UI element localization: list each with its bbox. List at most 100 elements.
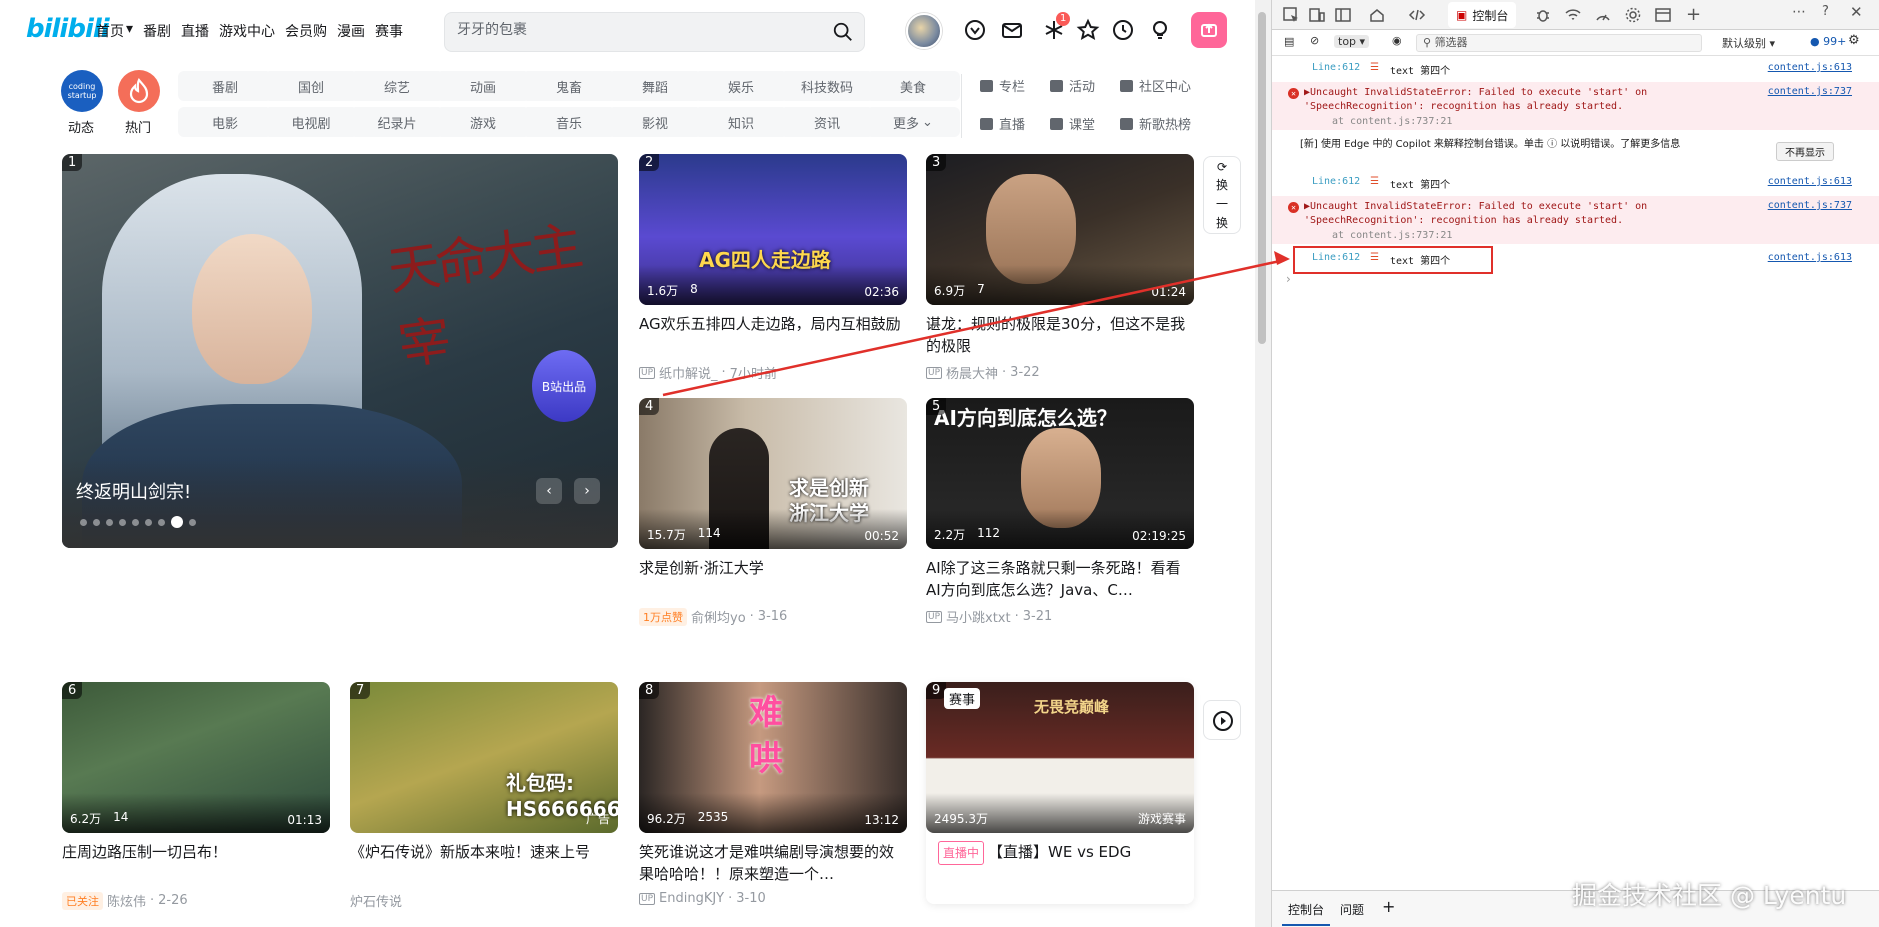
hot-button[interactable]	[118, 70, 160, 112]
page-scrollbar-thumb[interactable]	[1258, 12, 1266, 344]
video-thumbnail[interactable]: AG四人走边路 2 1.6万 8 02:36	[639, 154, 907, 305]
uploader[interactable]: 陈炫伟	[107, 891, 146, 910]
banner-dot[interactable]	[80, 518, 87, 526]
video-thumbnail[interactable]: 6 6.2万 14 01:13	[62, 682, 330, 833]
add-drawer-icon[interactable]: +	[1382, 897, 1395, 916]
video-thumbnail[interactable]: 求是创新 浙江大学 4 15.7万114 00:52	[639, 398, 907, 549]
channel-animation[interactable]: 动画	[436, 71, 530, 101]
video-card[interactable]: AI方向到底怎么选？ 5 2.2万 112 02:19:25 AI除了这三条路就只…	[926, 398, 1194, 626]
nav-comic[interactable]: 漫画	[337, 21, 365, 41]
video-card[interactable]: 3 6.9万 7 01:24 谌龙：规则的极限是30分，但这不是我的极限 UP 杨晨…	[926, 154, 1194, 382]
upload-button[interactable]	[1191, 12, 1227, 48]
search-input[interactable]	[457, 22, 817, 38]
video-card[interactable]: AG四人走边路 2 1.6万 8 02:36 AG欢乐五排四人走边路，局内互相鼓励…	[639, 154, 907, 382]
banner-dot[interactable]	[106, 518, 113, 526]
side-link-live[interactable]: 直播	[980, 114, 1025, 133]
side-link-music-chart[interactable]: 新歌热榜	[1120, 114, 1191, 133]
side-link-community[interactable]: 社区中心	[1120, 76, 1191, 95]
banner-dot[interactable]	[158, 518, 165, 526]
video-title[interactable]: 谌龙：规则的极限是30分，但这不是我的极限	[926, 313, 1194, 357]
vip-icon[interactable]	[963, 18, 987, 42]
banner-dot[interactable]	[119, 518, 126, 526]
performance-icon[interactable]	[1594, 6, 1612, 24]
more-icon[interactable]: ⋯	[1792, 4, 1806, 20]
side-link-activity[interactable]: 活动	[1050, 76, 1095, 95]
channel-news[interactable]: 资讯	[780, 107, 874, 137]
banner-carousel[interactable]: 天命大主宰 B站出品 1 终返明山剑宗! ‹ ›	[62, 154, 618, 548]
star-icon[interactable]	[1076, 18, 1100, 42]
error-text[interactable]: ▶Uncaught InvalidStateError: Failed to e…	[1304, 86, 1724, 114]
video-thumbnail[interactable]: 难 哄 8 96.2万 2535 13:12	[639, 682, 907, 833]
uploader[interactable]: 炉石传说	[350, 891, 402, 910]
search-icon[interactable]	[832, 21, 854, 43]
video-title[interactable]: AG欢乐五排四人走边路，局内互相鼓励	[639, 313, 907, 357]
settings-icon[interactable]: ⚙	[1848, 33, 1860, 48]
add-tab-icon[interactable]: +	[1686, 4, 1701, 25]
history-icon[interactable]	[1111, 18, 1135, 42]
uploader[interactable]: 纸巾解说_	[659, 363, 718, 382]
nav-anime[interactable]: 番剧	[143, 21, 171, 41]
live-card[interactable]: 无畏竞巅峰 9 赛事 2495.3万 游戏赛事 直播中 【直播】WE vs EDG	[926, 682, 1194, 904]
video-title[interactable]: 求是创新·浙江大学	[639, 557, 907, 601]
video-title[interactable]: 庄周边路压制一切吕布！	[62, 841, 330, 885]
banner-next-button[interactable]: ›	[574, 478, 600, 504]
nav-game-center[interactable]: 游戏中心	[219, 21, 275, 41]
video-card[interactable]: 难 哄 8 96.2万 2535 13:12 笑死谁说这才是难哄编剧导演想要的效果…	[639, 682, 907, 906]
error-stack[interactable]: at content.js:737:21	[1332, 230, 1452, 241]
channel-anime[interactable]: 番剧	[178, 71, 272, 101]
banner-dot[interactable]	[93, 518, 100, 526]
device-icon[interactable]	[1308, 6, 1326, 24]
tab-console[interactable]: ▣ 控制台	[1448, 2, 1517, 28]
channel-more[interactable]: 更多 ⌄	[866, 107, 960, 137]
filter-input[interactable]: ⚲ 筛选器	[1416, 34, 1702, 52]
channel-guochuang[interactable]: 国创	[264, 71, 358, 101]
banner-dot[interactable]	[145, 518, 152, 526]
live-title[interactable]: 直播中 【直播】WE vs EDG	[938, 841, 1194, 885]
banner-title[interactable]: 终返明山剑宗!	[76, 478, 191, 504]
error-source[interactable]: content.js:737	[1768, 86, 1852, 97]
error-stack[interactable]: at content.js:737:21	[1332, 116, 1452, 127]
refresh-button[interactable]: ⟳ 换 一 换	[1203, 156, 1241, 234]
prompt-caret-icon[interactable]: ›	[1286, 272, 1291, 286]
gear-icon[interactable]	[1624, 6, 1642, 24]
banner-prev-button[interactable]: ‹	[536, 478, 562, 504]
nav-mall[interactable]: 会员购	[285, 21, 327, 41]
banner-dot[interactable]	[171, 516, 183, 528]
sidebar-toggle-icon[interactable]	[1334, 6, 1352, 24]
dismiss-button[interactable]: 不再显示	[1776, 142, 1834, 161]
video-thumbnail[interactable]: 礼包码: HS666666 7 广告	[350, 682, 618, 833]
channel-knowledge[interactable]: 知识	[694, 107, 788, 137]
nav-home[interactable]: 首页	[96, 21, 124, 41]
home-icon[interactable]	[1368, 6, 1386, 24]
channel-variety[interactable]: 综艺	[350, 71, 444, 101]
uploader[interactable]: EndingKJY	[659, 891, 724, 906]
clear-console-icon[interactable]: ⊘	[1310, 34, 1319, 47]
help-icon[interactable]: ?	[1822, 4, 1829, 19]
inspect-icon[interactable]	[1282, 6, 1300, 24]
message-icon[interactable]	[1000, 18, 1024, 42]
nav-live[interactable]: 直播	[181, 21, 209, 41]
video-card[interactable]: 礼包码: HS666666 7 广告 《炉石传说》新版本来啦！速来上号 炉石传说	[350, 682, 618, 910]
channel-game[interactable]: 游戏	[436, 107, 530, 137]
drawer-tab-issues[interactable]: 问题	[1340, 901, 1364, 918]
lightbulb-icon[interactable]	[1148, 18, 1172, 42]
dynamic-icon[interactable]: 1	[1042, 12, 1071, 42]
avatar[interactable]	[906, 13, 942, 49]
channel-tv[interactable]: 电视剧	[264, 107, 358, 137]
channel-food[interactable]: 美食	[866, 71, 960, 101]
channel-entertainment[interactable]: 娱乐	[694, 71, 788, 101]
uploader[interactable]: 俞俐均yo	[691, 607, 746, 626]
nav-esports[interactable]: 赛事	[375, 21, 403, 41]
banner-dot[interactable]	[132, 518, 139, 526]
close-icon[interactable]: ✕	[1850, 3, 1863, 21]
wifi-icon[interactable]	[1564, 6, 1582, 24]
channel-documentary[interactable]: 纪录片	[350, 107, 444, 137]
application-icon[interactable]	[1654, 6, 1672, 24]
drawer-tab-console[interactable]: 控制台	[1282, 895, 1331, 926]
channel-tech[interactable]: 科技数码	[780, 71, 874, 101]
dynamic-avatar[interactable]: coding startup	[61, 70, 103, 112]
side-link-classroom[interactable]: 课堂	[1050, 114, 1095, 133]
channel-guichu[interactable]: 鬼畜	[522, 71, 616, 101]
issues-count[interactable]: ● 99+	[1810, 35, 1846, 48]
uploader[interactable]: 马小跳xtxt	[946, 607, 1011, 626]
